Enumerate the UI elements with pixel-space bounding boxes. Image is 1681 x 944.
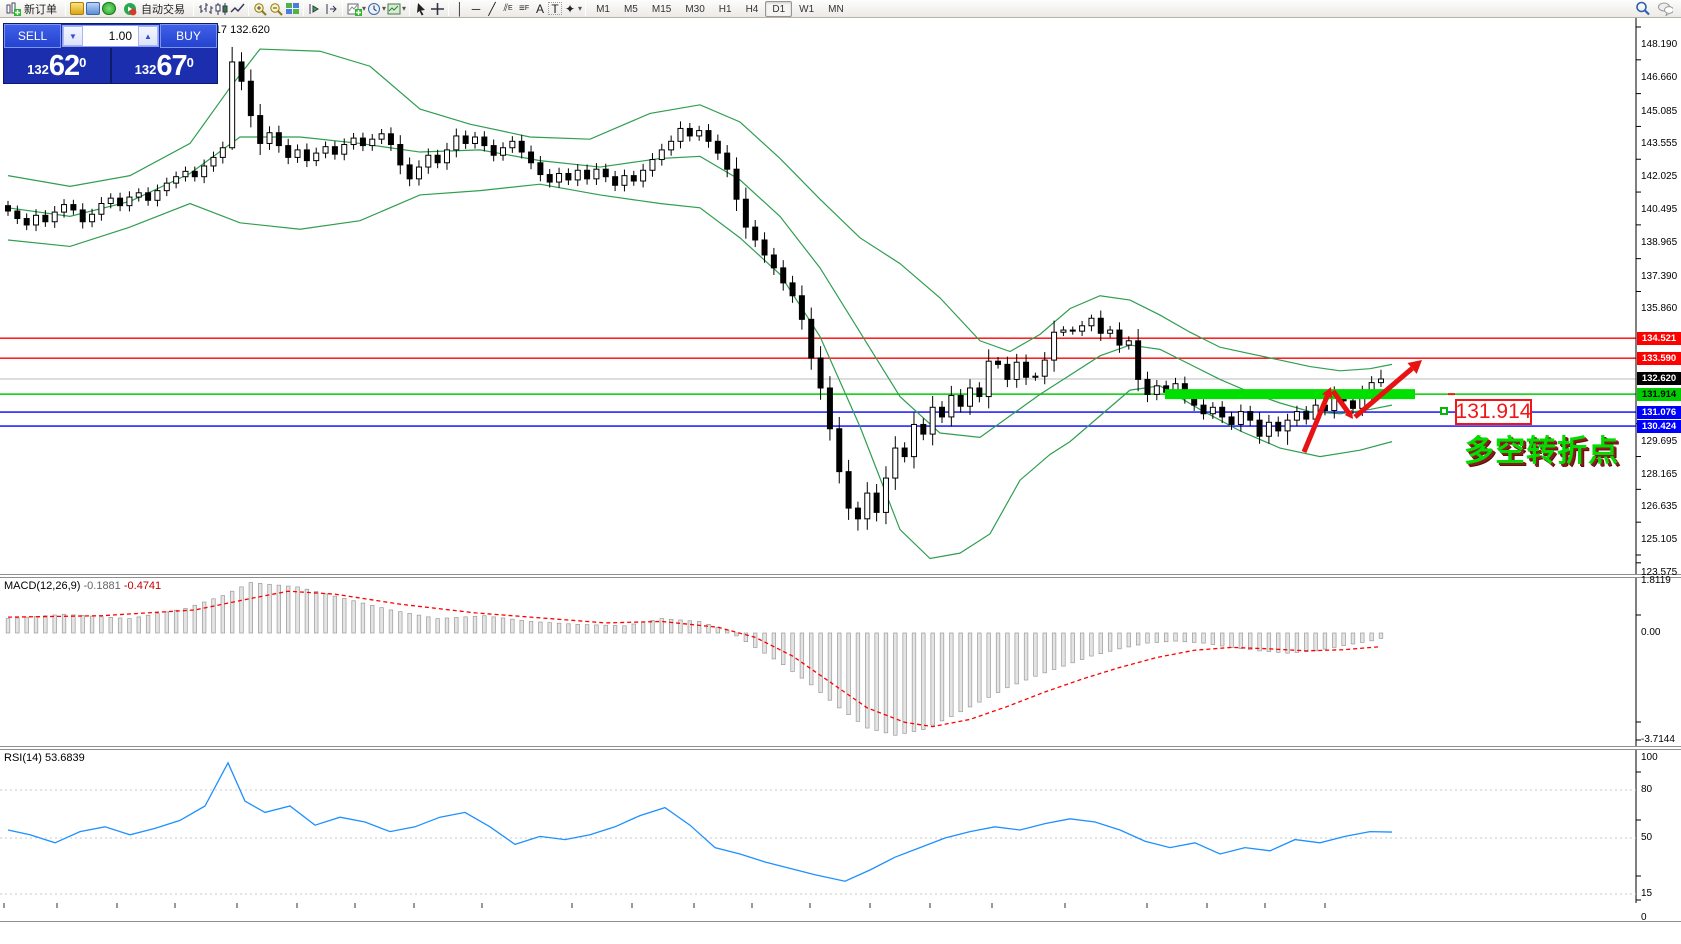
price-callout-label[interactable]: 131.914 <box>1455 399 1532 425</box>
signals-icon[interactable] <box>101 1 117 16</box>
hline-drag-handle[interactable] <box>1440 407 1448 415</box>
buy-button[interactable]: BUY <box>160 24 217 48</box>
autotrading-icon <box>122 1 138 16</box>
rsi-tick: 15 <box>1641 888 1652 899</box>
bar-chart-icon[interactable] <box>197 1 213 16</box>
macd-group <box>6 583 1383 736</box>
bollinger-group <box>8 49 1392 558</box>
candlestick-chart-icon[interactable] <box>213 1 229 16</box>
mt4-window: 新订单 自动交易 ▾ ▾ ▾ │ ─ <box>0 0 1681 944</box>
price-tick: 142.025 <box>1641 171 1677 182</box>
price-tag-132.620: 132.620 <box>1637 372 1681 385</box>
price-tick: 125.105 <box>1641 534 1677 545</box>
price-tag-130.424: 130.424 <box>1637 420 1681 433</box>
auto-scroll-icon[interactable] <box>307 1 323 16</box>
new-order-label: 新订单 <box>24 1 57 17</box>
rsi-tick: 80 <box>1641 784 1652 795</box>
volume-input[interactable]: 1.00 <box>83 26 138 46</box>
timeframe-group: M1M5M15M30H1H4D1W1MN <box>589 1 851 17</box>
sell-button[interactable]: SELL <box>4 24 61 48</box>
buy-price[interactable]: 132670 <box>112 48 218 83</box>
rsi-group <box>0 763 1636 894</box>
line-chart-icon[interactable] <box>229 1 245 16</box>
price-tick: 145.085 <box>1641 106 1677 117</box>
volume-stepper: ▼ 1.00 ▲ <box>62 25 159 47</box>
chart-shift-icon[interactable] <box>323 1 339 16</box>
autotrading-button[interactable]: 自动交易 <box>117 0 190 18</box>
chart-window[interactable]: ▲ GBPJPY-,Daily 132.187 132.867 131.817 … <box>0 18 1681 944</box>
tile-windows-icon[interactable] <box>284 1 300 16</box>
equidistant-channel-icon[interactable]: ⫽E <box>500 1 516 16</box>
price-tag-134.521: 134.521 <box>1637 332 1681 345</box>
templates-icon[interactable] <box>386 1 402 16</box>
indicators-icon[interactable] <box>346 1 362 16</box>
horizontal-line-icon[interactable]: ─ <box>468 1 484 16</box>
arrows-caret[interactable]: ▾ <box>578 4 582 13</box>
rsi-label: RSI(14) 53.6839 <box>4 752 85 764</box>
templates-caret[interactable]: ▾ <box>402 4 406 13</box>
new-order-icon <box>5 1 21 16</box>
timeframe-w1[interactable]: W1 <box>792 1 821 17</box>
rsi-tick: 0 <box>1641 912 1647 923</box>
chart-canvas[interactable] <box>0 18 1681 944</box>
price-tick: 148.190 <box>1641 39 1677 50</box>
price-tag-133.590: 133.590 <box>1637 352 1681 365</box>
vertical-line-icon[interactable]: │ <box>452 1 468 16</box>
terminal-icon[interactable] <box>85 1 101 16</box>
text-icon[interactable]: A <box>532 1 548 16</box>
rsi-tick: 50 <box>1641 832 1652 843</box>
rsi-tick: 100 <box>1641 752 1658 763</box>
macd-splitter[interactable] <box>0 574 1681 578</box>
price-tag-131.914: 131.914 <box>1637 388 1681 401</box>
price-tick: 128.165 <box>1641 469 1677 480</box>
search-icon[interactable] <box>1635 1 1651 16</box>
autotrading-label: 自动交易 <box>141 1 185 17</box>
price-tick: 126.635 <box>1641 501 1677 512</box>
price-tick: 137.390 <box>1641 271 1677 282</box>
one-click-trade-panel: SELL ▼ 1.00 ▲ BUY 132620 132670 <box>3 23 218 84</box>
timeframe-m5[interactable]: M5 <box>617 1 645 17</box>
macd-tick: 0.00 <box>1641 627 1660 638</box>
volume-decrease-button[interactable]: ▼ <box>63 26 83 46</box>
date-axis-border <box>0 921 1681 922</box>
timeframe-h4[interactable]: H4 <box>739 1 766 17</box>
periods-icon[interactable] <box>366 1 382 16</box>
trendline-icon[interactable]: ╱ <box>484 1 500 16</box>
timeframe-h1[interactable]: H1 <box>712 1 739 17</box>
chat-icon[interactable] <box>1657 1 1673 16</box>
price-tick: 135.860 <box>1641 303 1677 314</box>
crosshair-icon[interactable] <box>429 1 445 16</box>
price-tick: 140.495 <box>1641 204 1677 215</box>
sell-price[interactable]: 132620 <box>4 48 112 83</box>
timeframe-d1[interactable]: D1 <box>765 1 792 17</box>
zoom-out-icon[interactable] <box>268 1 284 16</box>
main-toolbar: 新订单 自动交易 ▾ ▾ ▾ │ ─ <box>0 0 1681 18</box>
text-label-icon[interactable]: T <box>548 2 562 15</box>
timeframe-m30[interactable]: M30 <box>678 1 711 17</box>
timeframe-m15[interactable]: M15 <box>645 1 678 17</box>
macd-tick: 1.8119 <box>1641 575 1671 586</box>
zoom-in-icon[interactable] <box>252 1 268 16</box>
rsi-splitter[interactable] <box>0 746 1681 750</box>
metaeditor-icon[interactable] <box>69 1 85 16</box>
timeframe-m1[interactable]: M1 <box>589 1 617 17</box>
price-tick: 138.965 <box>1641 237 1677 248</box>
timeframe-mn[interactable]: MN <box>821 1 851 17</box>
price-tick: 129.695 <box>1641 436 1677 447</box>
price-tick: 143.555 <box>1641 138 1677 149</box>
macd-label: MACD(12,26,9) -0.1881 -0.4741 <box>4 580 161 592</box>
cn-annotation[interactable]: 多空转折点 <box>1464 426 1619 470</box>
macd-tick: -3.7144 <box>1641 734 1675 745</box>
candles-group <box>6 47 1384 531</box>
fibonacci-icon[interactable]: ≡F <box>516 1 532 16</box>
new-order-button[interactable]: 新订单 <box>0 0 62 18</box>
arrows-icon[interactable]: ✦ <box>562 1 578 16</box>
volume-increase-button[interactable]: ▲ <box>138 26 158 46</box>
cursor-icon[interactable] <box>413 1 429 16</box>
price-tag-131.076: 131.076 <box>1637 406 1681 419</box>
price-tick: 146.660 <box>1641 72 1677 83</box>
